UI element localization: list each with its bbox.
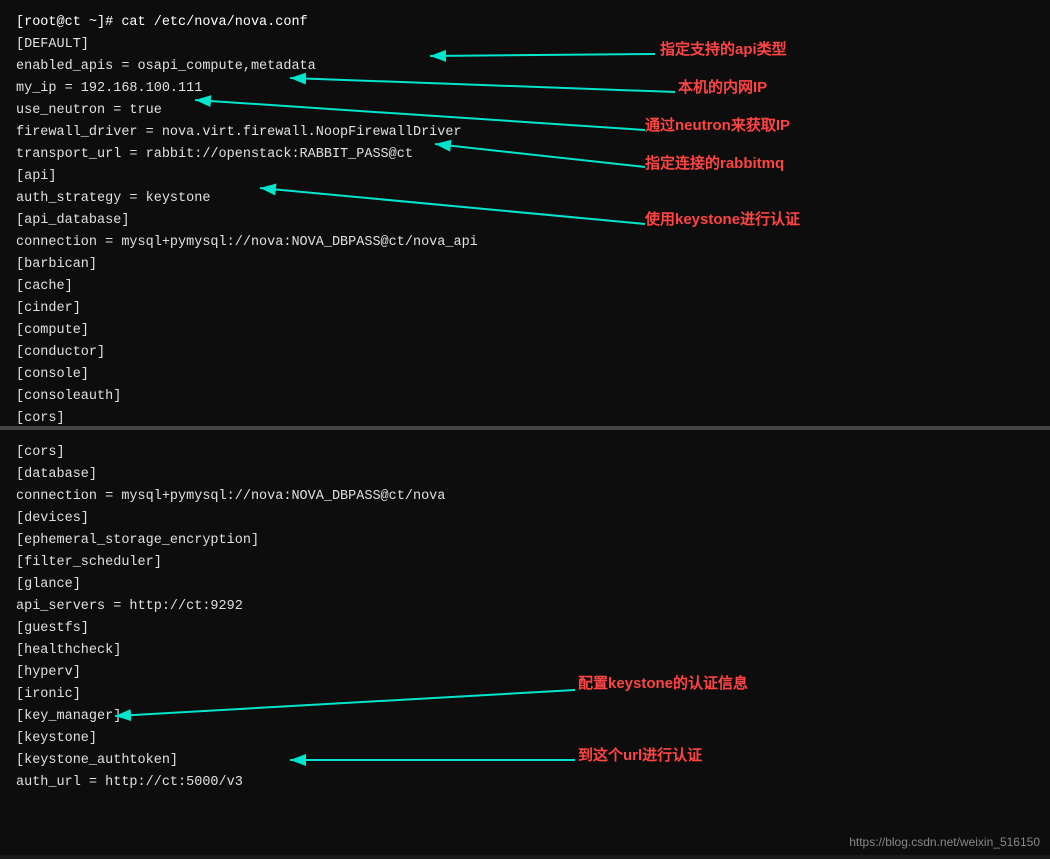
annotation-myip: 本机的内网IP	[678, 76, 767, 97]
bottom-panel: [cors] [database] connection = mysql+pym…	[0, 430, 1050, 855]
code-line: [glance]	[16, 574, 1034, 596]
code-line: [keystone]	[16, 728, 1034, 750]
code-line: [api]	[16, 166, 1034, 188]
code-line: [cors]	[16, 442, 1034, 464]
code-block-top: [root@ct ~]# cat /etc/nova/nova.conf [DE…	[16, 12, 1034, 430]
code-line: [DEFAULT]	[16, 34, 1034, 56]
code-line: [healthcheck]	[16, 640, 1034, 662]
annotation-url-auth: 到这个url进行认证	[578, 744, 702, 765]
code-line: [compute]	[16, 320, 1034, 342]
code-line: [filter_scheduler]	[16, 552, 1034, 574]
top-panel: [root@ct ~]# cat /etc/nova/nova.conf [DE…	[0, 0, 1050, 430]
code-block-bottom: [cors] [database] connection = mysql+pym…	[16, 442, 1034, 794]
annotation-keystone-config: 配置keystone的认证信息	[578, 672, 748, 693]
code-line: [key_manager]	[16, 706, 1034, 728]
code-line: [ephemeral_storage_encryption]	[16, 530, 1034, 552]
annotation-keystone-auth: 使用keystone进行认证	[645, 208, 800, 229]
code-line: [database]	[16, 464, 1034, 486]
code-line: [ironic]	[16, 684, 1034, 706]
code-line: auth_strategy = keystone	[16, 188, 1034, 210]
code-line: [keystone_authtoken]	[16, 750, 1034, 772]
code-line: [cache]	[16, 276, 1034, 298]
code-line: [cinder]	[16, 298, 1034, 320]
code-line: connection = mysql+pymysql://nova:NOVA_D…	[16, 486, 1034, 508]
code-line: firewall_driver = nova.virt.firewall.Noo…	[16, 122, 1034, 144]
code-line: connection = mysql+pymysql://nova:NOVA_D…	[16, 232, 1034, 254]
watermark: https://blog.csdn.net/weixin_516150	[849, 835, 1040, 849]
code-line: [devices]	[16, 508, 1034, 530]
annotation-rabbitmq: 指定连接的rabbitmq	[645, 152, 784, 173]
code-line: use_neutron = true	[16, 100, 1034, 122]
annotation-neutron: 通过neutron来获取IP	[645, 114, 790, 135]
code-line: [guestfs]	[16, 618, 1034, 640]
code-line: [console]	[16, 364, 1034, 386]
code-line: [conductor]	[16, 342, 1034, 364]
code-line: [api_database]	[16, 210, 1034, 232]
code-line: [consoleauth]	[16, 386, 1034, 408]
code-line: transport_url = rabbit://openstack:RABBI…	[16, 144, 1034, 166]
code-line: [cors]	[16, 408, 1034, 430]
code-line: [barbican]	[16, 254, 1034, 276]
code-line: api_servers = http://ct:9292	[16, 596, 1034, 618]
code-line: [hyperv]	[16, 662, 1034, 684]
code-line: enabled_apis = osapi_compute,metadata	[16, 56, 1034, 78]
code-line: auth_url = http://ct:5000/v3	[16, 772, 1034, 794]
annotation-api-type: 指定支持的api类型	[660, 38, 787, 59]
code-line: [root@ct ~]# cat /etc/nova/nova.conf	[16, 12, 1034, 34]
code-line: my_ip = 192.168.100.111	[16, 78, 1034, 100]
